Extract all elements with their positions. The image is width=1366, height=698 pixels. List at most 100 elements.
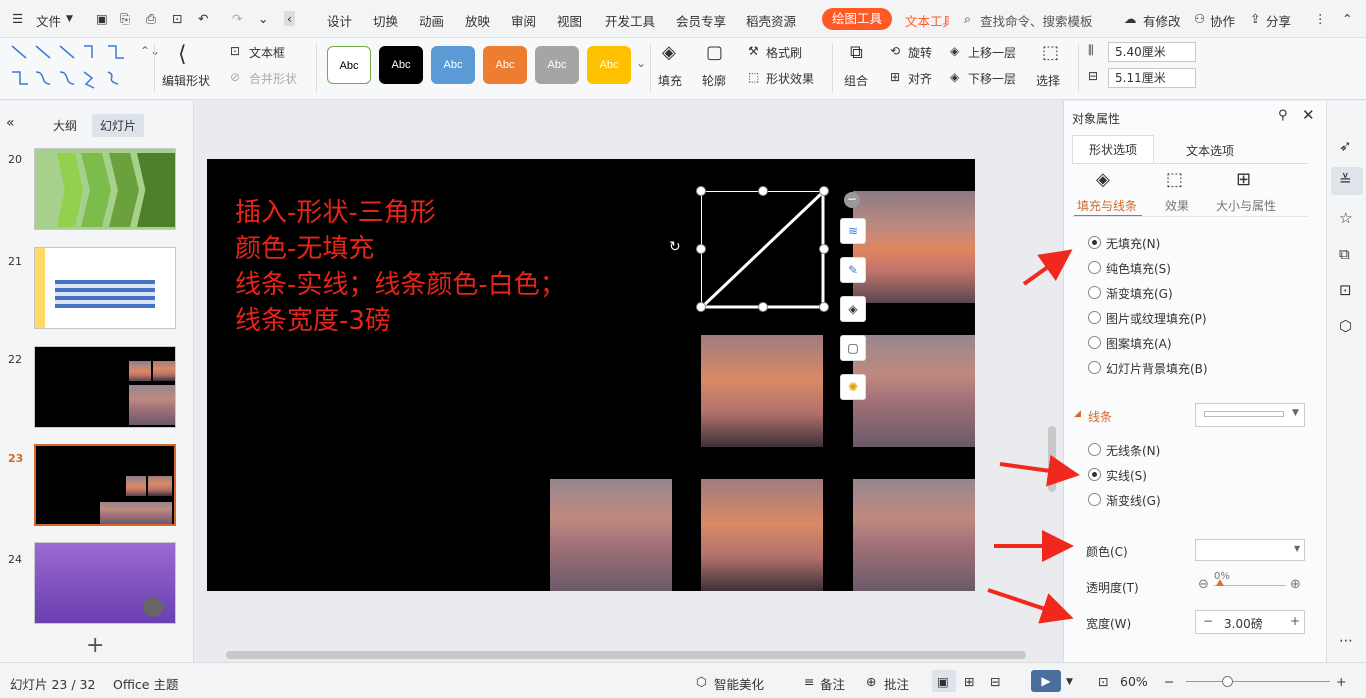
more-icon[interactable]: ⌄ (258, 11, 268, 26)
tab-docer[interactable]: 稻壳资源 (746, 11, 796, 30)
share-button[interactable]: 分享 (1266, 11, 1291, 30)
outline-icon[interactable]: ▢ (840, 335, 866, 361)
slide-thumb-23-selected[interactable] (34, 444, 176, 526)
tab-animation[interactable]: 动画 (419, 11, 444, 30)
minus-icon[interactable]: − (1203, 614, 1213, 628)
option-pattern-fill[interactable]: 图案填充(A) (1106, 335, 1172, 352)
tab-developer[interactable]: 开发工具 (605, 11, 655, 30)
height-input[interactable]: 5.40厘米 (1108, 42, 1196, 62)
resize-handle[interactable] (819, 244, 829, 254)
textbox-button[interactable]: 文本框 (249, 44, 285, 61)
line-style-dropdown[interactable]: ▼ (1195, 403, 1305, 427)
radio-pattern-fill[interactable] (1088, 336, 1101, 349)
collapse-ribbon-icon[interactable]: ⌃ (1342, 11, 1352, 26)
merge-shape-button[interactable]: 合并形状 (249, 70, 297, 87)
subtab-effect[interactable]: 效果 (1165, 197, 1189, 214)
outline-button[interactable]: 轮廓 (702, 72, 726, 89)
properties-icon[interactable]: ≚ (1339, 171, 1352, 189)
selected-triangle-shape[interactable] (701, 191, 825, 309)
radio-gradient-fill[interactable] (1088, 286, 1101, 299)
resize-handle[interactable] (696, 244, 706, 254)
collapse-left-icon[interactable]: ‹ (284, 11, 295, 26)
rotate-handle-icon[interactable]: ↻ (669, 239, 681, 255)
collapse-panel-icon[interactable]: « (6, 115, 15, 131)
line-section-title[interactable]: 线条 (1088, 408, 1112, 425)
tab-design[interactable]: 设计 (327, 11, 352, 30)
save-icon[interactable]: ▣ (96, 11, 108, 26)
vertical-scrollbar[interactable] (1048, 426, 1056, 492)
radio-no-line[interactable] (1088, 443, 1101, 456)
zoom-thumb[interactable] (1222, 676, 1233, 687)
style-preset-4[interactable]: Abc (483, 46, 527, 84)
increase-icon[interactable]: ⊕ (1290, 577, 1301, 592)
plus-icon[interactable]: + (1290, 614, 1300, 628)
photo-tile[interactable] (853, 191, 975, 303)
close-icon[interactable]: ✕ (1302, 106, 1315, 124)
photo-tile[interactable] (853, 479, 975, 591)
panel-title[interactable]: 对象属性 (1072, 110, 1120, 127)
collapse-toolbar-icon[interactable]: − (844, 192, 860, 208)
tab-outline[interactable]: 大纲 (53, 117, 77, 134)
radio-bg-fill[interactable] (1088, 361, 1101, 374)
tab-shape-options[interactable]: 形状选项 (1072, 135, 1154, 163)
resize-handle[interactable] (758, 302, 768, 312)
normal-view-icon[interactable]: ▣ (937, 674, 949, 689)
option-gradient-line[interactable]: 渐变线(G) (1106, 492, 1161, 509)
option-solid-line[interactable]: 实线(S) (1106, 467, 1147, 484)
more-icon[interactable]: ⋯ (1339, 633, 1353, 649)
zoom-out-icon[interactable]: − (1164, 674, 1174, 689)
option-no-line[interactable]: 无线条(N) (1106, 442, 1160, 459)
tab-member[interactable]: 会员专享 (676, 11, 726, 30)
style-preset-6[interactable]: Abc (587, 46, 631, 84)
more-options-icon[interactable]: ⋮ (1314, 11, 1327, 26)
group-button[interactable]: 组合 (844, 72, 868, 89)
option-gradient-fill[interactable]: 渐变填充(G) (1106, 285, 1173, 302)
pin-icon[interactable]: ⚲ (1278, 108, 1288, 123)
color-dropdown[interactable]: ▼ (1195, 539, 1305, 561)
print-preview-icon[interactable]: ⊡ (172, 11, 182, 26)
resize-handle[interactable] (819, 302, 829, 312)
photo-tile[interactable] (853, 335, 975, 447)
undo-icon[interactable]: ↶ (198, 11, 208, 26)
rocket-icon[interactable]: ➶ (1339, 137, 1352, 155)
tab-slideshow[interactable]: 放映 (465, 11, 490, 30)
print-icon[interactable]: ⎙ (146, 11, 156, 27)
resize-handle[interactable] (696, 186, 706, 196)
tab-text-options[interactable]: 文本选项 (1186, 142, 1234, 159)
zoom-level[interactable]: 60% (1120, 674, 1148, 689)
fit-icon[interactable]: ⊡ (1098, 674, 1108, 689)
gallery-scroll-icon[interactable]: ⌃⌄ (140, 44, 160, 58)
line-width-value[interactable]: 3.00磅 (1224, 615, 1263, 632)
align-button[interactable]: 对齐 (908, 70, 932, 87)
play-button[interactable]: ▶ (1031, 670, 1061, 692)
style-preset-1[interactable]: Abc (327, 46, 371, 84)
file-menu-icon[interactable]: ☰ (12, 11, 23, 26)
photo-tile[interactable] (550, 479, 672, 591)
redo-icon[interactable]: ↷ (232, 11, 242, 26)
layers-icon[interactable]: ≋ (840, 218, 866, 244)
option-no-fill[interactable]: 无填充(N) (1106, 235, 1160, 252)
zoom-in-icon[interactable]: + (1336, 674, 1346, 689)
style-more-icon[interactable]: ⌄ (636, 56, 646, 70)
radio-no-fill[interactable] (1088, 236, 1101, 249)
shape-effect-button[interactable]: 形状效果 (766, 70, 814, 87)
transparency-slider[interactable] (1214, 585, 1286, 586)
option-solid-fill[interactable]: 纯色填充(S) (1106, 260, 1171, 277)
beautify-button[interactable]: 智能美化 (714, 674, 764, 693)
resize-handle[interactable] (758, 186, 768, 196)
comments-button[interactable]: 批注 (884, 674, 909, 693)
resize-handle[interactable] (696, 302, 706, 312)
decrease-icon[interactable]: ⊖ (1198, 577, 1209, 592)
slide-thumb-20[interactable] (34, 148, 176, 230)
grid-view-icon[interactable]: ⊞ (964, 674, 974, 689)
collab-button[interactable]: 协作 (1210, 11, 1235, 30)
resize-handle[interactable] (819, 186, 829, 196)
expand-icon[interactable]: ◢ (1074, 409, 1081, 419)
width-input[interactable]: 5.11厘米 (1108, 68, 1196, 88)
option-bg-fill[interactable]: 幻灯片背景填充(B) (1106, 360, 1208, 377)
shield-icon[interactable]: ⬡ (1339, 317, 1352, 335)
add-slide-button[interactable]: + (86, 633, 104, 658)
slide-thumb-22[interactable] (34, 346, 176, 428)
edit-shape-button[interactable]: 编辑形状 (162, 72, 210, 89)
slide-thumb-24[interactable] (34, 542, 176, 624)
